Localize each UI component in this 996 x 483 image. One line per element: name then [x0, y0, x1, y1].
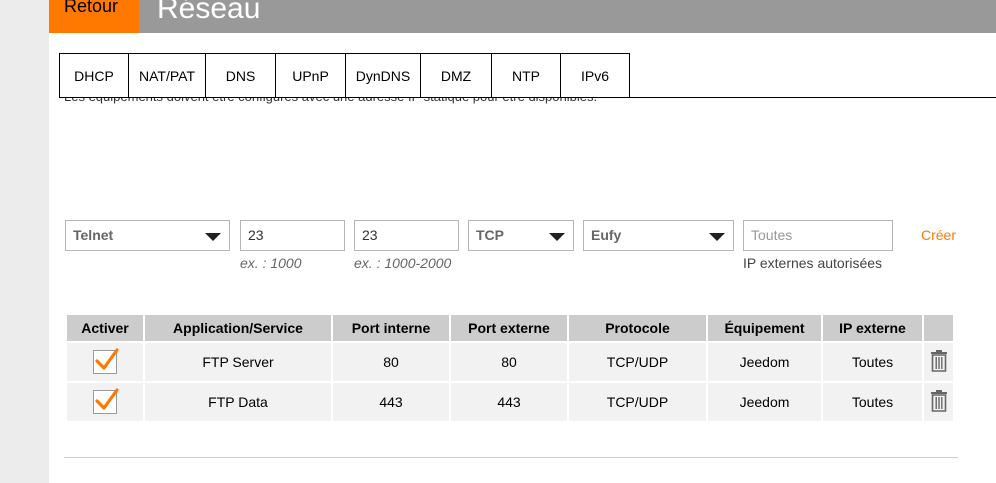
protocol-cell: TCP/UDP	[568, 381, 708, 421]
internal-port-cell: 80	[332, 341, 451, 382]
service-select[interactable]: Telnet	[65, 220, 230, 251]
internal-port-cell: 443	[332, 381, 451, 421]
tab-ipv6[interactable]: IPv6	[560, 53, 630, 97]
tab-dns[interactable]: DNS	[205, 53, 276, 97]
active-cell	[67, 381, 145, 421]
tab-dmz[interactable]: DMZ	[420, 53, 492, 97]
caret-down-icon	[205, 233, 221, 241]
internal-port-input[interactable]: 23	[240, 220, 345, 251]
trash-icon[interactable]	[930, 349, 948, 372]
left-margin-strip	[0, 0, 49, 483]
external-ip-hint: IP externes autorisées	[743, 255, 883, 271]
device-select-value: Eufy	[591, 227, 622, 243]
external-ip-input[interactable]: Toutes	[743, 220, 893, 251]
column-header: IP externe	[822, 315, 924, 342]
service-cell: FTP Server	[144, 341, 333, 382]
create-button[interactable]: Créer	[921, 227, 956, 243]
table-row: FTP Server 80 80 TCP/UDP Jeedom Toutes	[67, 341, 953, 382]
external-port-hint: ex. : 1000-2000	[354, 255, 452, 271]
checkmark-icon	[95, 388, 119, 410]
nat-rules-table: Activer Application/Service Port interne…	[67, 315, 953, 421]
page-title: Réseau	[157, 0, 261, 25]
column-header	[923, 315, 953, 342]
checkmark-icon	[95, 348, 119, 370]
active-cell	[67, 341, 145, 382]
protocol-select-value: TCP	[476, 227, 504, 243]
device-select[interactable]: Eufy	[583, 220, 734, 251]
active-checkbox[interactable]	[93, 348, 119, 374]
table-row: FTP Data 443 443 TCP/UDP Jeedom Toutes	[67, 381, 953, 421]
column-header: Protocole	[568, 315, 708, 342]
delete-cell	[923, 381, 953, 421]
external-port-cell: 80	[450, 341, 569, 382]
protocol-cell: TCP/UDP	[568, 341, 708, 382]
device-cell: Jeedom	[707, 341, 823, 382]
tab-dyndns[interactable]: DynDNS	[345, 53, 421, 97]
column-header: Équipement	[707, 315, 823, 342]
tab-dhcp[interactable]: DHCP	[59, 53, 129, 97]
service-select-value: Telnet	[73, 227, 114, 243]
table-header-row: Activer Application/Service Port interne…	[67, 315, 953, 342]
external-port-cell: 443	[450, 381, 569, 421]
delete-cell	[923, 341, 953, 382]
internal-port-hint: ex. : 1000	[240, 255, 302, 271]
bottom-divider	[64, 457, 958, 458]
tab-upnp[interactable]: UPnP	[275, 53, 346, 97]
column-header: Port externe	[450, 315, 569, 342]
back-button-label: Retour	[64, 0, 119, 16]
tab-bar-underline	[59, 97, 996, 98]
column-header: Port interne	[332, 315, 451, 342]
external-ip-cell: Toutes	[822, 381, 924, 421]
service-cell: FTP Data	[144, 381, 333, 421]
back-button[interactable]: Retour	[49, 0, 139, 33]
active-checkbox[interactable]	[93, 388, 119, 414]
caret-down-icon	[549, 233, 565, 241]
caret-down-icon	[709, 233, 725, 241]
protocol-select[interactable]: TCP	[468, 220, 574, 251]
column-header: Activer	[67, 315, 145, 342]
external-port-input[interactable]: 23	[354, 220, 459, 251]
column-header: Application/Service	[144, 315, 333, 342]
header-bar: Retour Réseau	[49, 0, 996, 33]
external-ip-cell: Toutes	[822, 341, 924, 382]
tab-ntp[interactable]: NTP	[491, 53, 561, 97]
tab-nat-pat[interactable]: NAT/PAT	[128, 53, 206, 97]
trash-icon[interactable]	[930, 389, 948, 412]
device-cell: Jeedom	[707, 381, 823, 421]
